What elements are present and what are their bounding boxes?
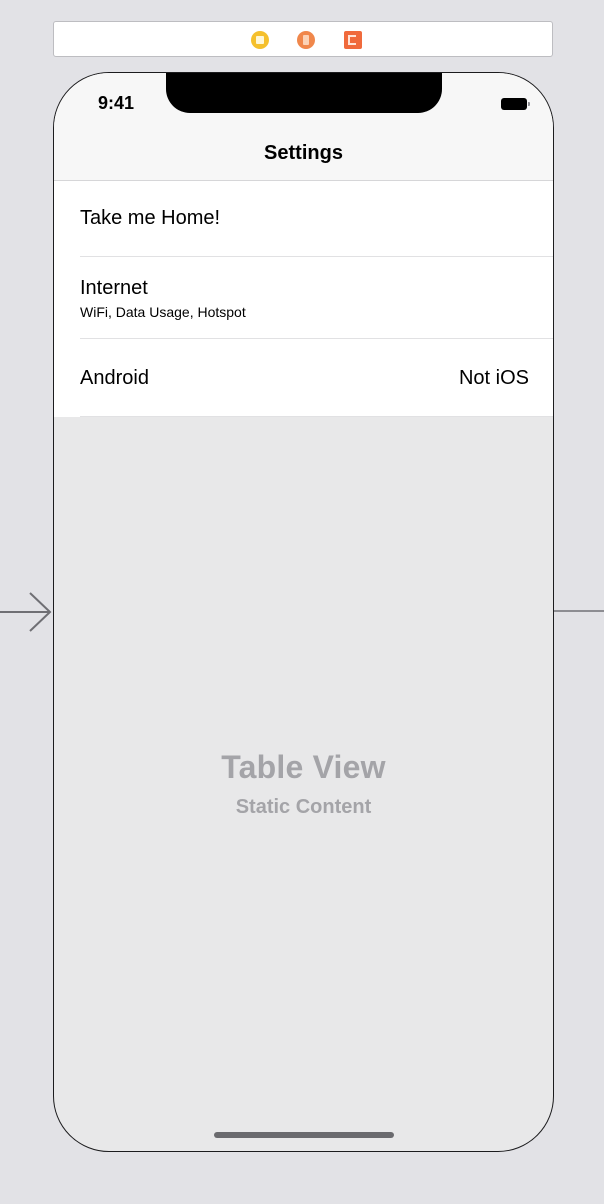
cell-separator (80, 416, 553, 417)
first-responder-icon[interactable] (297, 31, 315, 49)
cell-label: Internet (80, 277, 148, 299)
device-notch (166, 73, 442, 113)
placeholder-title: Table View (221, 749, 386, 785)
device-frame: 9:41 Settings Take me Home! Internet WiF… (53, 72, 554, 1152)
table-view-placeholder: Table View Static Content (54, 749, 553, 819)
home-indicator (214, 1132, 394, 1138)
navigation-bar: 9:41 Settings (54, 73, 553, 181)
view-controller-icon[interactable] (251, 31, 269, 49)
cell-internet[interactable]: Internet WiFi, Data Usage, Hotspot (54, 257, 553, 339)
cell-label: Android (80, 367, 149, 389)
cell-take-me-home[interactable]: Take me Home! (54, 181, 553, 257)
cell-detail: Not iOS (458, 367, 529, 389)
cell-subtitle: WiFi, Data Usage, Hotspot (80, 304, 246, 320)
page-title: Settings (264, 142, 343, 164)
entry-point-arrow-icon[interactable] (0, 590, 54, 634)
segue-connection-line[interactable] (553, 610, 604, 612)
scene-dock (53, 21, 553, 57)
battery-icon (501, 98, 530, 110)
cell-android[interactable]: Android Not iOS (54, 339, 553, 417)
placeholder-subtitle: Static Content (235, 796, 372, 818)
exit-icon[interactable] (344, 31, 362, 49)
cell-label: Take me Home! (80, 207, 221, 229)
status-time: 9:41 (98, 93, 135, 113)
settings-table: Take me Home! Internet WiFi, Data Usage,… (54, 181, 553, 417)
